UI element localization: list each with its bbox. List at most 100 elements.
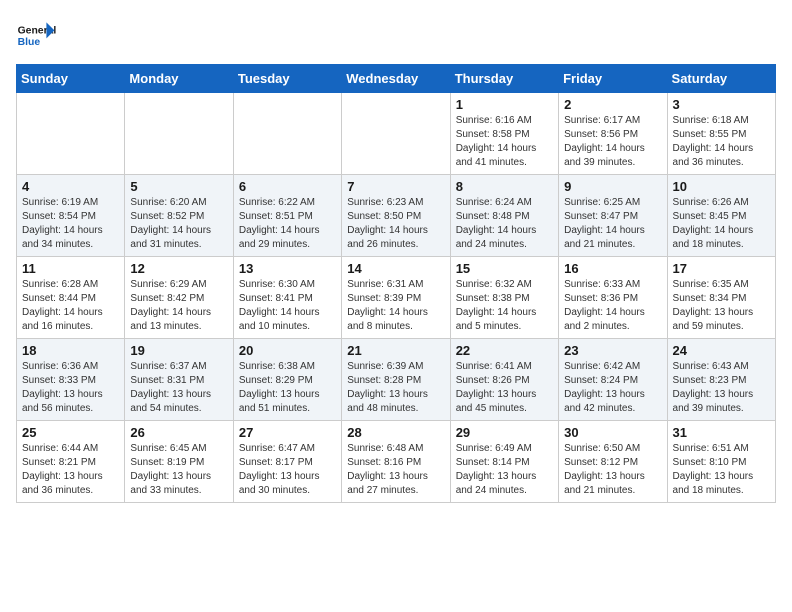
- calendar-cell: 17 Sunrise: 6:35 AMSunset: 8:34 PMDayligh…: [667, 257, 775, 339]
- calendar-cell: 15Sunrise: 6:32 AMSunset: 8:38 PMDayligh…: [450, 257, 558, 339]
- day-number: 4: [22, 179, 119, 194]
- page-header: General Blue: [16, 16, 776, 56]
- calendar-cell: 5 Sunrise: 6:20 AMSunset: 8:52 PMDaylight…: [125, 175, 233, 257]
- calendar-cell: 23 Sunrise: 6:42 AMSunset: 8:24 PMDayligh…: [559, 339, 667, 421]
- day-info: Sunrise: 6:18 AMSunset: 8:55 PMDaylight:…: [673, 114, 770, 170]
- day-number: 26: [130, 425, 227, 440]
- day-number: 19: [130, 343, 227, 358]
- calendar-cell: 30 Sunrise: 6:50 AMSunset: 8:12 PMDayligh…: [559, 421, 667, 503]
- calendar-header-wednesday: Wednesday: [342, 65, 450, 93]
- day-info: Sunrise: 6:25 AMSunset: 8:47 PMDaylight:…: [564, 196, 661, 252]
- day-info: Sunrise: 6:17 AMSunset: 8:56 PMDaylight:…: [564, 114, 661, 170]
- calendar-cell: 2 Sunrise: 6:17 AMSunset: 8:56 PMDaylight…: [559, 93, 667, 175]
- day-info: Sunrise: 6:47 AMSunset: 8:17 PMDaylight:…: [239, 442, 336, 498]
- generalblue-logo-icon: General Blue: [16, 16, 56, 56]
- day-info: Sunrise: 6:31 AMSunset: 8:39 PMDaylight:…: [347, 278, 444, 334]
- calendar-cell: 19 Sunrise: 6:37 AMSunset: 8:31 PMDayligh…: [125, 339, 233, 421]
- calendar-cell: 9Sunrise: 6:25 AMSunset: 8:47 PMDaylight…: [559, 175, 667, 257]
- day-info: Sunrise: 6:43 AMSunset: 8:23 PMDaylight:…: [673, 360, 770, 416]
- calendar-cell: 3 Sunrise: 6:18 AMSunset: 8:55 PMDaylight…: [667, 93, 775, 175]
- calendar-week-row: 25Sunrise: 6:44 AMSunset: 8:21 PMDayligh…: [17, 421, 776, 503]
- calendar-cell: 20 Sunrise: 6:38 AMSunset: 8:29 PMDayligh…: [233, 339, 341, 421]
- day-number: 31: [673, 425, 770, 440]
- day-number: 23: [564, 343, 661, 358]
- day-number: 30: [564, 425, 661, 440]
- calendar-cell: 26 Sunrise: 6:45 AMSunset: 8:19 PMDayligh…: [125, 421, 233, 503]
- calendar-cell: 7 Sunrise: 6:23 AMSunset: 8:50 PMDaylight…: [342, 175, 450, 257]
- day-info: Sunrise: 6:49 AMSunset: 8:14 PMDaylight:…: [456, 442, 553, 498]
- calendar-cell: 24 Sunrise: 6:43 AMSunset: 8:23 PMDayligh…: [667, 339, 775, 421]
- calendar-cell: 18Sunrise: 6:36 AMSunset: 8:33 PMDayligh…: [17, 339, 125, 421]
- day-number: 22: [456, 343, 553, 358]
- calendar-cell: 4 Sunrise: 6:19 AMSunset: 8:54 PMDaylight…: [17, 175, 125, 257]
- calendar-cell: 10 Sunrise: 6:26 AMSunset: 8:45 PMDayligh…: [667, 175, 775, 257]
- calendar-week-row: 11Sunrise: 6:28 AMSunset: 8:44 PMDayligh…: [17, 257, 776, 339]
- day-info: Sunrise: 6:37 AMSunset: 8:31 PMDaylight:…: [130, 360, 227, 416]
- day-number: 10: [673, 179, 770, 194]
- day-info: Sunrise: 6:39 AMSunset: 8:28 PMDaylight:…: [347, 360, 444, 416]
- day-number: 14: [347, 261, 444, 276]
- calendar-cell: 13 Sunrise: 6:30 AMSunset: 8:41 PMDayligh…: [233, 257, 341, 339]
- calendar-header-thursday: Thursday: [450, 65, 558, 93]
- day-number: 2: [564, 97, 661, 112]
- day-number: 7: [347, 179, 444, 194]
- day-number: 8: [456, 179, 553, 194]
- day-number: 24: [673, 343, 770, 358]
- calendar-cell: 27 Sunrise: 6:47 AMSunset: 8:17 PMDayligh…: [233, 421, 341, 503]
- day-info: Sunrise: 6:19 AMSunset: 8:54 PMDaylight:…: [22, 196, 119, 252]
- day-number: 17: [673, 261, 770, 276]
- day-info: Sunrise: 6:23 AMSunset: 8:50 PMDaylight:…: [347, 196, 444, 252]
- calendar-header-saturday: Saturday: [667, 65, 775, 93]
- logo: General Blue: [16, 16, 56, 56]
- calendar-cell: 25Sunrise: 6:44 AMSunset: 8:21 PMDayligh…: [17, 421, 125, 503]
- calendar-cell: 28Sunrise: 6:48 AMSunset: 8:16 PMDayligh…: [342, 421, 450, 503]
- calendar-cell: 6Sunrise: 6:22 AMSunset: 8:51 PMDaylight…: [233, 175, 341, 257]
- day-info: Sunrise: 6:41 AMSunset: 8:26 PMDaylight:…: [456, 360, 553, 416]
- day-number: 13: [239, 261, 336, 276]
- day-number: 16: [564, 261, 661, 276]
- calendar-week-row: 18Sunrise: 6:36 AMSunset: 8:33 PMDayligh…: [17, 339, 776, 421]
- calendar-cell: 1 Sunrise: 6:16 AMSunset: 8:58 PMDaylight…: [450, 93, 558, 175]
- calendar-cell: 12Sunrise: 6:29 AMSunset: 8:42 PMDayligh…: [125, 257, 233, 339]
- day-number: 27: [239, 425, 336, 440]
- day-number: 3: [673, 97, 770, 112]
- calendar-table: SundayMondayTuesdayWednesdayThursdayFrid…: [16, 64, 776, 503]
- calendar-header-row: SundayMondayTuesdayWednesdayThursdayFrid…: [17, 65, 776, 93]
- calendar-header-friday: Friday: [559, 65, 667, 93]
- day-number: 12: [130, 261, 227, 276]
- day-info: Sunrise: 6:30 AMSunset: 8:41 PMDaylight:…: [239, 278, 336, 334]
- day-number: 20: [239, 343, 336, 358]
- day-info: Sunrise: 6:16 AMSunset: 8:58 PMDaylight:…: [456, 114, 553, 170]
- calendar-week-row: 4 Sunrise: 6:19 AMSunset: 8:54 PMDaylight…: [17, 175, 776, 257]
- calendar-cell: [125, 93, 233, 175]
- day-info: Sunrise: 6:42 AMSunset: 8:24 PMDaylight:…: [564, 360, 661, 416]
- calendar-cell: 16 Sunrise: 6:33 AMSunset: 8:36 PMDayligh…: [559, 257, 667, 339]
- calendar-cell: 31 Sunrise: 6:51 AMSunset: 8:10 PMDayligh…: [667, 421, 775, 503]
- day-number: 11: [22, 261, 119, 276]
- day-info: Sunrise: 6:24 AMSunset: 8:48 PMDaylight:…: [456, 196, 553, 252]
- day-info: Sunrise: 6:45 AMSunset: 8:19 PMDaylight:…: [130, 442, 227, 498]
- calendar-cell: 21 Sunrise: 6:39 AMSunset: 8:28 PMDayligh…: [342, 339, 450, 421]
- day-info: Sunrise: 6:33 AMSunset: 8:36 PMDaylight:…: [564, 278, 661, 334]
- day-number: 21: [347, 343, 444, 358]
- day-info: Sunrise: 6:35 AMSunset: 8:34 PMDaylight:…: [673, 278, 770, 334]
- calendar-cell: 11Sunrise: 6:28 AMSunset: 8:44 PMDayligh…: [17, 257, 125, 339]
- day-info: Sunrise: 6:26 AMSunset: 8:45 PMDaylight:…: [673, 196, 770, 252]
- calendar-cell: [17, 93, 125, 175]
- calendar-cell: 29Sunrise: 6:49 AMSunset: 8:14 PMDayligh…: [450, 421, 558, 503]
- calendar-header-sunday: Sunday: [17, 65, 125, 93]
- calendar-cell: [342, 93, 450, 175]
- svg-text:Blue: Blue: [18, 37, 41, 48]
- day-info: Sunrise: 6:51 AMSunset: 8:10 PMDaylight:…: [673, 442, 770, 498]
- calendar-cell: 8 Sunrise: 6:24 AMSunset: 8:48 PMDaylight…: [450, 175, 558, 257]
- day-info: Sunrise: 6:20 AMSunset: 8:52 PMDaylight:…: [130, 196, 227, 252]
- calendar-cell: 22 Sunrise: 6:41 AMSunset: 8:26 PMDayligh…: [450, 339, 558, 421]
- day-number: 28: [347, 425, 444, 440]
- calendar-header-monday: Monday: [125, 65, 233, 93]
- day-number: 1: [456, 97, 553, 112]
- day-info: Sunrise: 6:38 AMSunset: 8:29 PMDaylight:…: [239, 360, 336, 416]
- day-number: 6: [239, 179, 336, 194]
- day-info: Sunrise: 6:50 AMSunset: 8:12 PMDaylight:…: [564, 442, 661, 498]
- day-number: 5: [130, 179, 227, 194]
- day-number: 15: [456, 261, 553, 276]
